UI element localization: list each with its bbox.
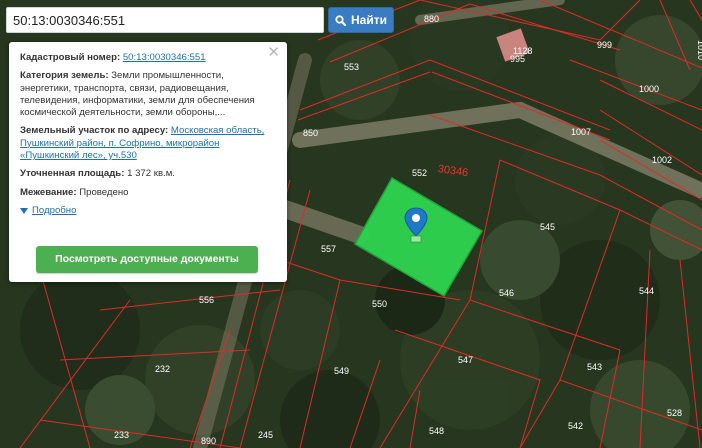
survey-row: Межевание: Проведено (20, 187, 276, 199)
parcel-label: 548 (429, 426, 444, 436)
search-icon (335, 14, 346, 26)
land-category-label: Категория земель: (20, 70, 109, 82)
land-category-row: Категория земель: Земли промышленности, … (20, 70, 276, 119)
parcel-label: 546 (499, 288, 514, 298)
parcel-label: 890 (201, 436, 216, 446)
search-button[interactable]: Найти (328, 7, 394, 33)
parcel-label: 556 (199, 295, 214, 305)
parcel-label: 550 (372, 299, 387, 309)
parcel-label: 1007 (571, 127, 591, 137)
parcel-label: 549 (334, 366, 349, 376)
parcel-label: 880 (424, 14, 439, 24)
cadastral-number-row: Кадастровый номер: 50:13:0030346:551 (20, 52, 276, 64)
parcel-label: 850 (303, 128, 318, 138)
parcel-label: 552 (412, 168, 427, 178)
parcel-label: 233 (114, 430, 129, 440)
area-row: Уточненная площадь: 1 372 кв.м. (20, 168, 276, 180)
parcel-label: 553 (344, 62, 359, 72)
parcel-label: 1010 (696, 40, 702, 60)
parcel-label: 245 (258, 430, 273, 440)
area-value: 1 372 кв.м. (127, 168, 175, 180)
parcel-label: 557 (321, 244, 336, 254)
close-icon[interactable]: ✕ (267, 45, 280, 61)
survey-value: Проведено (79, 186, 129, 198)
parcel-label: 1000 (639, 84, 659, 94)
chevron-down-icon (20, 208, 28, 215)
parcel-label: 544 (639, 286, 654, 296)
parcel-label: 232 (155, 364, 170, 374)
parcel-label: 543 (587, 362, 602, 372)
cadastral-number-label: Кадастровый номер: (20, 52, 121, 63)
parcel-label: 542 (568, 421, 583, 431)
area-label: Уточненная площадь: (20, 168, 125, 180)
parcel-label: 528 (667, 408, 682, 418)
view-documents-button[interactable]: Посмотреть доступные документы (36, 246, 258, 273)
search-input[interactable] (6, 7, 324, 33)
parcel-label: 995 (510, 54, 525, 64)
parcel-label: 999 (597, 40, 612, 50)
survey-label: Межевание: (20, 186, 77, 198)
parcel-info-popup: ✕ Кадастровый номер: 50:13:0030346:551 К… (9, 42, 287, 282)
parcel-label: 545 (540, 222, 555, 232)
search-button-label: Найти (351, 13, 387, 27)
parcel-label: 1002 (652, 155, 672, 165)
details-toggle[interactable]: Подробно (20, 205, 276, 217)
cadastral-number-link[interactable]: 50:13:0030346:551 (123, 52, 206, 63)
address-row: Земельный участок по адресу: Московская … (20, 125, 276, 162)
details-link[interactable]: Подробно (32, 205, 76, 217)
parcel-label: 547 (458, 355, 473, 365)
address-label: Земельный участок по адресу: (20, 125, 169, 137)
